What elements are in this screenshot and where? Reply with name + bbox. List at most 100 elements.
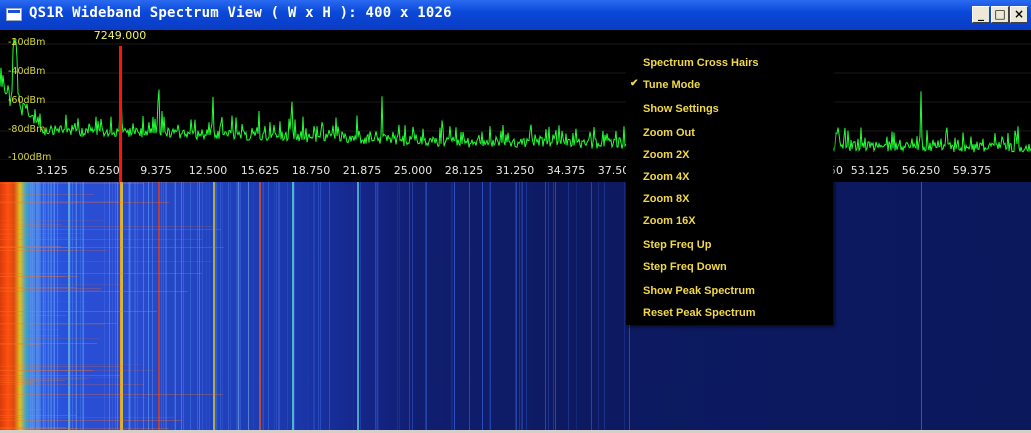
menu-item-zoom-out[interactable]: Zoom Out <box>643 127 695 139</box>
waterfall-row-streak <box>0 324 105 325</box>
close-button[interactable]: × <box>1010 6 1028 23</box>
spectrum-plot[interactable]: -20dBm -40dBm -60dBm -80dBm -100dBm <box>0 30 1031 160</box>
y-axis-label: -80dBm <box>8 124 46 135</box>
waterfall-noise-line <box>236 182 237 430</box>
waterfall-noise-line <box>130 182 131 430</box>
waterfall-noise-line <box>239 182 240 430</box>
waterfall-row-streak <box>0 329 59 330</box>
waterfall-row-streak <box>0 380 65 381</box>
x-tick-label: 59.375 <box>952 164 992 177</box>
waterfall-signal-line <box>120 182 121 430</box>
waterfall-noise-line <box>490 182 491 430</box>
menu-item-reset-peak-spectrum[interactable]: Reset Peak Spectrum <box>643 307 756 319</box>
waterfall-display[interactable] <box>0 182 1031 430</box>
waterfall-row-streak <box>0 201 118 202</box>
waterfall-noise-line <box>43 182 44 430</box>
waterfall-noise-line <box>222 182 223 430</box>
x-tick-label: 18.750 <box>291 164 331 177</box>
waterfall-noise-line <box>399 182 400 430</box>
menu-item-zoom-4x[interactable]: Zoom 4X <box>643 171 689 183</box>
waterfall-noise-line <box>166 182 167 430</box>
menu-item-step-freq-up[interactable]: Step Freq Up <box>643 239 711 251</box>
waterfall-noise-line <box>197 182 198 430</box>
waterfall-noise-line <box>190 182 191 430</box>
waterfall-row-streak <box>0 301 87 302</box>
waterfall-noise-line <box>568 182 569 430</box>
waterfall-noise-line <box>137 182 138 430</box>
waterfall-noise-line <box>42 182 43 430</box>
waterfall-noise-line <box>274 182 275 430</box>
waterfall-noise-line <box>80 182 81 430</box>
waterfall-noise-line <box>39 182 40 430</box>
waterfall-noise-line <box>209 182 210 430</box>
waterfall-noise-line <box>128 182 129 430</box>
x-tick-label: 56.250 <box>901 164 941 177</box>
waterfall-noise-line <box>215 182 216 430</box>
waterfall-noise-line <box>576 182 577 430</box>
waterfall-noise-line <box>47 182 48 430</box>
menu-item-zoom-8x[interactable]: Zoom 8X <box>643 193 689 205</box>
waterfall-noise-line <box>482 182 483 430</box>
waterfall-noise-line <box>53 182 54 430</box>
menu-item-step-freq-down[interactable]: Step Freq Down <box>643 261 727 273</box>
waterfall-noise-line <box>287 182 288 430</box>
menu-item-zoom-2x[interactable]: Zoom 2X <box>643 149 689 161</box>
waterfall-noise-line <box>263 182 264 430</box>
waterfall-row-streak <box>0 415 77 416</box>
waterfall-noise-line <box>553 182 554 430</box>
maximize-button[interactable]: □ <box>991 6 1009 23</box>
menu-item-zoom-16x[interactable]: Zoom 16X <box>643 215 696 227</box>
waterfall-noise-line <box>378 182 379 430</box>
title-bar[interactable]: QS1R Wideband Spectrum View ( W x H ): 4… <box>0 0 1031 30</box>
waterfall-noise-line <box>253 182 254 430</box>
waterfall-row-streak <box>0 239 106 240</box>
waterfall-row-streak <box>0 194 94 195</box>
waterfall-row-streak <box>0 364 141 365</box>
waterfall-noise-line <box>526 182 527 430</box>
waterfall-noise-line <box>57 182 58 430</box>
waterfall-noise-line <box>129 182 130 430</box>
waterfall-noise-line <box>51 182 52 430</box>
waterfall-noise-line <box>230 182 231 430</box>
waterfall-noise-line <box>220 182 221 430</box>
waterfall-noise-line <box>548 182 549 430</box>
menu-item-spectrum-cross-hairs[interactable]: Spectrum Cross Hairs <box>643 57 759 69</box>
waterfall-row-streak <box>0 428 169 429</box>
y-axis-label: -40dBm <box>8 66 46 77</box>
tune-frequency-label: 7249.000 <box>93 29 147 42</box>
waterfall-noise-line <box>519 182 520 430</box>
waterfall-row-streak <box>0 306 30 307</box>
waterfall-noise-line <box>318 182 319 430</box>
waterfall-row-streak <box>0 343 97 344</box>
waterfall-noise-line <box>38 182 39 430</box>
waterfall-noise-line <box>143 182 144 430</box>
waterfall-noise-line <box>32 182 33 430</box>
waterfall-noise-line <box>37 182 38 430</box>
waterfall-noise-line <box>70 182 71 430</box>
waterfall-row-streak <box>0 382 34 383</box>
tune-marker-line[interactable] <box>119 46 122 182</box>
waterfall-noise-line <box>598 182 599 430</box>
waterfall-row-streak <box>0 220 104 221</box>
waterfall-row-streak <box>0 202 169 203</box>
waterfall-noise-line <box>604 182 605 430</box>
waterfall-noise-line <box>216 182 217 430</box>
waterfall-row-streak <box>0 323 117 324</box>
x-tick-label: 31.250 <box>495 164 535 177</box>
menu-item-tune-mode[interactable]: Tune Mode <box>643 79 700 91</box>
window-title: QS1R Wideband Spectrum View ( W x H ): 4… <box>29 5 452 21</box>
waterfall-canvas <box>0 182 922 430</box>
waterfall-row-streak <box>0 378 89 379</box>
waterfall-noise-line <box>44 182 45 430</box>
waterfall-row-streak <box>0 379 86 380</box>
waterfall-noise-line <box>33 182 34 430</box>
waterfall-noise-line <box>165 182 166 430</box>
waterfall-row-streak <box>0 273 202 274</box>
waterfall-noise-line <box>329 182 330 430</box>
waterfall-row-streak <box>0 250 107 251</box>
waterfall-row-streak <box>0 375 121 376</box>
minimize-button[interactable]: _ <box>972 6 990 23</box>
waterfall-noise-line <box>135 182 136 430</box>
menu-item-show-settings[interactable]: Show Settings <box>643 103 719 115</box>
menu-item-show-peak-spectrum[interactable]: Show Peak Spectrum <box>643 285 755 297</box>
